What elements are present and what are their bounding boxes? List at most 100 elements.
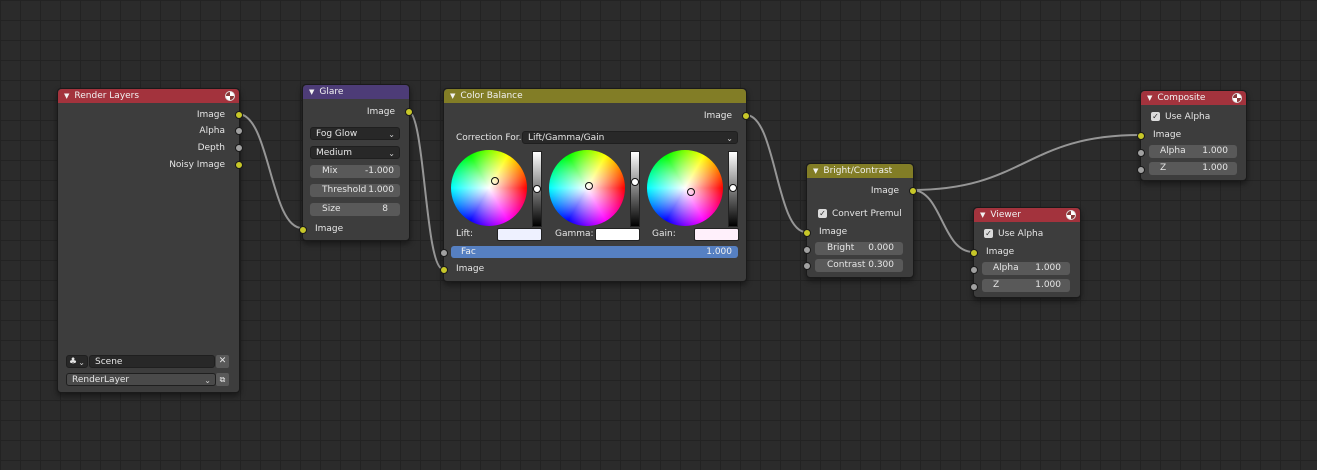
- correction-dropdown[interactable]: Lift/Gamma/Gain ⌄: [522, 131, 738, 144]
- triangle-down-icon[interactable]: ▼: [1147, 94, 1152, 102]
- composite-alpha-value: 1.000: [1202, 146, 1228, 156]
- close-icon[interactable]: ✕: [216, 355, 229, 368]
- bright-contrast-output-socket[interactable]: [909, 187, 917, 195]
- glare-size-value: 8: [382, 204, 388, 214]
- render-layer-icon[interactable]: ⧉: [216, 373, 229, 386]
- viewer-title: Viewer: [990, 210, 1021, 220]
- viewer-image-socket[interactable]: [970, 249, 978, 257]
- viewer-alpha-socket[interactable]: [970, 266, 978, 274]
- bright-contrast-node[interactable]: ▼ Bright/Contrast Image ✓ Convert Premul …: [803, 163, 917, 278]
- render-layer-dropdown[interactable]: RenderLayer ⌄: [66, 373, 216, 386]
- lift-value-slider[interactable]: [532, 151, 542, 227]
- correction-label: Correction For..: [456, 133, 525, 143]
- viewer-z-field[interactable]: Z 1.000: [982, 279, 1070, 292]
- link-colorbalance-to-brightcontrast: [745, 114, 807, 233]
- gamma-value-slider[interactable]: [630, 151, 640, 227]
- glare-node[interactable]: ▼ Glare Image Fog Glow ⌄ Medium ⌄ Mix -1.00…: [299, 84, 413, 241]
- sphere-preview-icon[interactable]: [1232, 93, 1242, 103]
- glare-output-socket[interactable]: [405, 108, 413, 116]
- output-image-socket[interactable]: [235, 111, 243, 119]
- glare-threshold-field[interactable]: Threshold 1.000: [310, 184, 400, 197]
- viewer-image-label: Image: [986, 247, 1015, 257]
- glare-title: Glare: [319, 87, 344, 97]
- bright-field[interactable]: Bright 0.000: [815, 242, 903, 255]
- glare-type-dropdown[interactable]: Fog Glow ⌄: [310, 127, 400, 140]
- triangle-down-icon[interactable]: ▼: [813, 167, 818, 175]
- output-image-label: Image: [196, 110, 225, 120]
- viewer-use-alpha-checkbox[interactable]: ✓: [984, 229, 993, 238]
- composite-alpha-label: Alpha: [1160, 146, 1186, 156]
- gamma-color-wheel[interactable]: [549, 150, 625, 226]
- fac-input-socket[interactable]: [440, 249, 448, 257]
- composite-image-socket[interactable]: [1137, 132, 1145, 140]
- render-layers-header[interactable]: ▼ Render Layers: [58, 89, 239, 103]
- triangle-down-icon[interactable]: ▼: [980, 211, 985, 219]
- lift-swatch[interactable]: [497, 228, 542, 241]
- output-alpha-socket[interactable]: [235, 127, 243, 135]
- link-brightcontrast-to-composite: [911, 134, 1141, 191]
- contrast-field[interactable]: Contrast 0.300: [815, 259, 903, 272]
- render-layers-node[interactable]: ▼ Render Layers Image Alpha Depth Noisy I…: [57, 88, 243, 393]
- composite-use-alpha-label: Use Alpha: [1165, 112, 1211, 122]
- composite-alpha-field[interactable]: Alpha 1.000: [1149, 145, 1237, 158]
- contrast-value: 0.300: [868, 260, 894, 270]
- contrast-input-socket[interactable]: [803, 262, 811, 270]
- gain-label: Gain:: [652, 229, 676, 239]
- color-balance-header[interactable]: ▼ Color Balance: [444, 89, 746, 103]
- viewer-z-value: 1.000: [1035, 280, 1061, 290]
- correction-value: Lift/Gamma/Gain: [528, 133, 605, 143]
- lift-color-wheel[interactable]: [451, 150, 527, 226]
- glare-mix-label: Mix: [322, 166, 338, 176]
- viewer-header[interactable]: ▼ Viewer: [974, 208, 1080, 222]
- composite-z-field[interactable]: Z 1.000: [1149, 162, 1237, 175]
- composite-alpha-socket[interactable]: [1137, 149, 1145, 157]
- output-depth-socket[interactable]: [235, 144, 243, 152]
- glare-output-label: Image: [366, 107, 395, 117]
- bright-contrast-header[interactable]: ▼ Bright/Contrast: [807, 164, 913, 178]
- composite-z-label: Z: [1160, 163, 1167, 173]
- color-balance-title: Color Balance: [460, 91, 523, 101]
- link-glare-to-colorbalance: [407, 110, 444, 270]
- scene-name-field[interactable]: Scene: [89, 355, 215, 368]
- triangle-down-icon[interactable]: ▼: [309, 88, 314, 96]
- sphere-preview-icon[interactable]: [225, 91, 235, 101]
- output-noisy-image-socket[interactable]: [235, 161, 243, 169]
- composite-z-value: 1.000: [1202, 163, 1228, 173]
- triangle-down-icon[interactable]: ▼: [64, 92, 69, 100]
- glare-mix-field[interactable]: Mix -1.000: [310, 165, 400, 178]
- viewer-alpha-field[interactable]: Alpha 1.000: [982, 262, 1070, 275]
- gain-swatch[interactable]: [694, 228, 739, 241]
- color-balance-node[interactable]: ▼ Color Balance Image Correction For.. Li…: [440, 88, 750, 282]
- viewer-node[interactable]: ▼ Viewer ✓ Use Alpha Image Alpha 1.000 Z …: [970, 207, 1081, 298]
- fac-slider[interactable]: Fac 1.000: [451, 246, 738, 258]
- fac-label: Fac: [461, 247, 476, 257]
- gain-color-wheel[interactable]: [647, 150, 723, 226]
- glare-quality-value: Medium: [316, 148, 352, 158]
- convert-premul-checkbox[interactable]: ✓: [818, 209, 827, 218]
- composite-z-socket[interactable]: [1137, 166, 1145, 174]
- viewer-z-socket[interactable]: [970, 283, 978, 291]
- glare-input-socket[interactable]: [299, 226, 307, 234]
- gamma-swatch[interactable]: [595, 228, 640, 241]
- glare-threshold-value: 1.000: [368, 185, 394, 195]
- composite-header[interactable]: ▼ Composite: [1141, 91, 1246, 105]
- viewer-alpha-label: Alpha: [993, 263, 1019, 273]
- render-layers-title: Render Layers: [74, 91, 140, 101]
- glare-quality-dropdown[interactable]: Medium ⌄: [310, 146, 400, 159]
- triangle-down-icon[interactable]: ▼: [450, 92, 455, 100]
- color-balance-output-socket[interactable]: [742, 112, 750, 120]
- glare-header[interactable]: ▼ Glare: [303, 85, 409, 99]
- viewer-alpha-value: 1.000: [1035, 263, 1061, 273]
- gain-value-slider[interactable]: [728, 151, 738, 227]
- composite-node[interactable]: ▼ Composite ✓ Use Alpha Image Alpha 1.000…: [1137, 90, 1247, 181]
- glare-size-field[interactable]: Size 8: [310, 203, 400, 216]
- color-balance-input-socket[interactable]: [440, 266, 448, 274]
- link-render-to-glare: [237, 113, 303, 229]
- fac-value: 1.000: [706, 247, 732, 257]
- bright-input-socket[interactable]: [803, 246, 811, 254]
- sphere-preview-icon[interactable]: [1066, 210, 1076, 220]
- composite-use-alpha-checkbox[interactable]: ✓: [1151, 112, 1160, 121]
- scene-type-dropdown[interactable]: ♣ ⌄: [66, 355, 88, 368]
- bright-value: 0.000: [868, 243, 894, 253]
- bright-contrast-input-socket[interactable]: [803, 229, 811, 237]
